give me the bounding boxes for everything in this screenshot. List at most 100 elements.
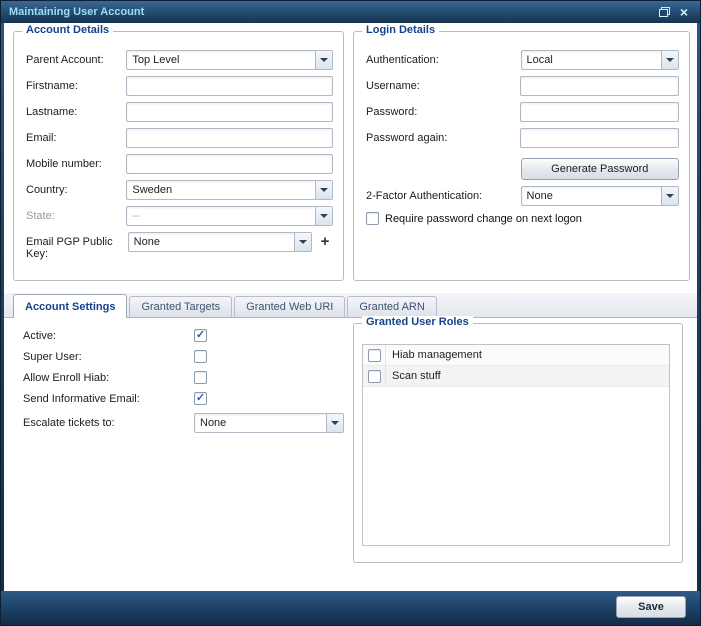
generate-password-row: Generate Password — [366, 158, 679, 180]
restore-button[interactable] — [656, 5, 672, 20]
mobile-row: Mobile number: — [26, 154, 333, 174]
account-details-fieldset: Account Details Parent Account: Top Leve… — [13, 31, 344, 281]
dropdown-trigger[interactable] — [294, 233, 311, 251]
dropdown-trigger[interactable] — [315, 51, 332, 69]
twofactor-select[interactable]: None — [521, 186, 679, 206]
chevron-down-icon — [666, 58, 674, 62]
send-informative-email-checkbox[interactable] — [194, 392, 207, 405]
lastname-input[interactable] — [126, 102, 333, 122]
email-input[interactable] — [126, 128, 333, 148]
tab-label: Granted ARN — [359, 301, 424, 313]
twofactor-row: 2-Factor Authentication: None — [366, 186, 679, 206]
password-again-row: Password again: — [366, 128, 679, 148]
role-label: Hiab management — [386, 349, 482, 361]
role-list-item[interactable]: Hiab management — [363, 345, 669, 366]
login-details-fieldset: Login Details Authentication: Local User… — [353, 31, 690, 281]
spacer — [366, 158, 521, 162]
escalate-tickets-label: Escalate tickets to: — [23, 413, 194, 429]
authentication-row: Authentication: Local — [366, 50, 679, 70]
dropdown-trigger[interactable] — [315, 181, 332, 199]
country-label: Country: — [26, 180, 126, 196]
country-select[interactable]: Sweden — [126, 180, 333, 200]
allow-enroll-hiab-checkbox[interactable] — [194, 371, 207, 384]
escalate-tickets-row: Escalate tickets to: None — [23, 413, 353, 433]
password-row: Password: — [366, 102, 679, 122]
super-user-row: Super User: — [23, 350, 353, 363]
authentication-select[interactable]: Local — [521, 50, 679, 70]
role-list-item[interactable]: Scan stuff — [363, 366, 669, 387]
granted-user-roles-legend: Granted User Roles — [362, 316, 473, 328]
tabstrip: Account Settings Granted Targets Granted… — [4, 293, 697, 318]
firstname-label: Firstname: — [26, 76, 126, 92]
role-checkbox-cell — [363, 345, 386, 365]
parent-account-label: Parent Account: — [26, 50, 126, 66]
tab-label: Granted Targets — [141, 301, 220, 313]
escalate-tickets-select[interactable]: None — [194, 413, 344, 433]
parent-account-row: Parent Account: Top Level — [26, 50, 333, 70]
parent-account-select[interactable]: Top Level — [126, 50, 333, 70]
dialog-body: Account Details Parent Account: Top Leve… — [4, 23, 697, 591]
mobile-number-label: Mobile number: — [26, 154, 126, 170]
tab-granted-web-uri[interactable]: Granted Web URI — [234, 296, 345, 317]
role-label: Scan stuff — [386, 370, 441, 382]
username-input[interactable] — [520, 76, 679, 96]
super-user-checkbox[interactable] — [194, 350, 207, 363]
pgp-key-row: Email PGP Public Key: None + — [26, 232, 333, 260]
lastname-label: Lastname: — [26, 102, 126, 118]
save-button[interactable]: Save — [616, 596, 686, 618]
titlebar[interactable]: Maintaining User Account × — [1, 1, 700, 23]
chevron-down-icon — [320, 188, 328, 192]
dropdown-trigger — [315, 207, 332, 225]
lastname-row: Lastname: — [26, 102, 333, 122]
dropdown-trigger[interactable] — [661, 51, 678, 69]
login-details-body: Authentication: Local Username: Password… — [366, 50, 679, 274]
dropdown-trigger[interactable] — [661, 187, 678, 205]
password-again-label: Password again: — [366, 128, 520, 144]
add-pgp-key-button[interactable]: + — [317, 232, 333, 252]
tab-account-settings[interactable]: Account Settings — [13, 294, 127, 318]
restore-icon — [659, 7, 670, 17]
allow-enroll-hiab-label: Allow Enroll Hiab: — [23, 371, 194, 384]
state-label: State: — [26, 206, 126, 222]
pgp-key-value: None — [129, 236, 294, 248]
granted-user-roles-fieldset: Granted User Roles Hiab management Scan … — [353, 323, 683, 563]
dropdown-trigger[interactable] — [326, 414, 343, 432]
password-again-input[interactable] — [520, 128, 679, 148]
chevron-down-icon — [320, 58, 328, 62]
close-icon: × — [680, 5, 688, 19]
login-details-legend: Login Details — [362, 24, 439, 36]
granted-user-roles-list[interactable]: Hiab management Scan stuff — [362, 344, 670, 546]
role-hiab-management-checkbox[interactable] — [368, 349, 381, 362]
role-scan-stuff-checkbox[interactable] — [368, 370, 381, 383]
password-input[interactable] — [520, 102, 679, 122]
state-row: State: -- — [26, 206, 333, 226]
firstname-input[interactable] — [126, 76, 333, 96]
generate-password-button[interactable]: Generate Password — [521, 158, 679, 180]
twofactor-label: 2-Factor Authentication: — [366, 186, 521, 202]
close-button[interactable]: × — [676, 5, 692, 20]
twofactor-value: None — [522, 190, 661, 202]
authentication-value: Local — [522, 54, 661, 66]
account-details-body: Parent Account: Top Level Firstname: Las… — [26, 50, 333, 274]
authentication-label: Authentication: — [366, 50, 521, 66]
active-checkbox[interactable] — [194, 329, 207, 342]
mobile-number-input[interactable] — [126, 154, 333, 174]
require-password-change-checkbox[interactable] — [366, 212, 379, 225]
state-value: -- — [127, 210, 315, 222]
tab-granted-arn[interactable]: Granted ARN — [347, 296, 436, 317]
pgp-key-select[interactable]: None — [128, 232, 312, 252]
country-value: Sweden — [127, 184, 315, 196]
username-row: Username: — [366, 76, 679, 96]
tab-granted-targets[interactable]: Granted Targets — [129, 296, 232, 317]
dialog-maintaining-user-account: Maintaining User Account × Account Detai… — [0, 0, 701, 626]
firstname-row: Firstname: — [26, 76, 333, 96]
allow-enroll-hiab-row: Allow Enroll Hiab: — [23, 371, 353, 384]
require-password-change-label: Require password change on next logon — [385, 213, 582, 225]
dialog-footer: Save — [1, 591, 700, 625]
active-row: Active: — [23, 329, 353, 342]
chevron-down-icon — [331, 421, 339, 425]
role-checkbox-cell — [363, 366, 386, 386]
account-details-legend: Account Details — [22, 24, 113, 36]
username-label: Username: — [366, 76, 520, 92]
send-informative-email-label: Send Informative Email: — [23, 392, 194, 405]
